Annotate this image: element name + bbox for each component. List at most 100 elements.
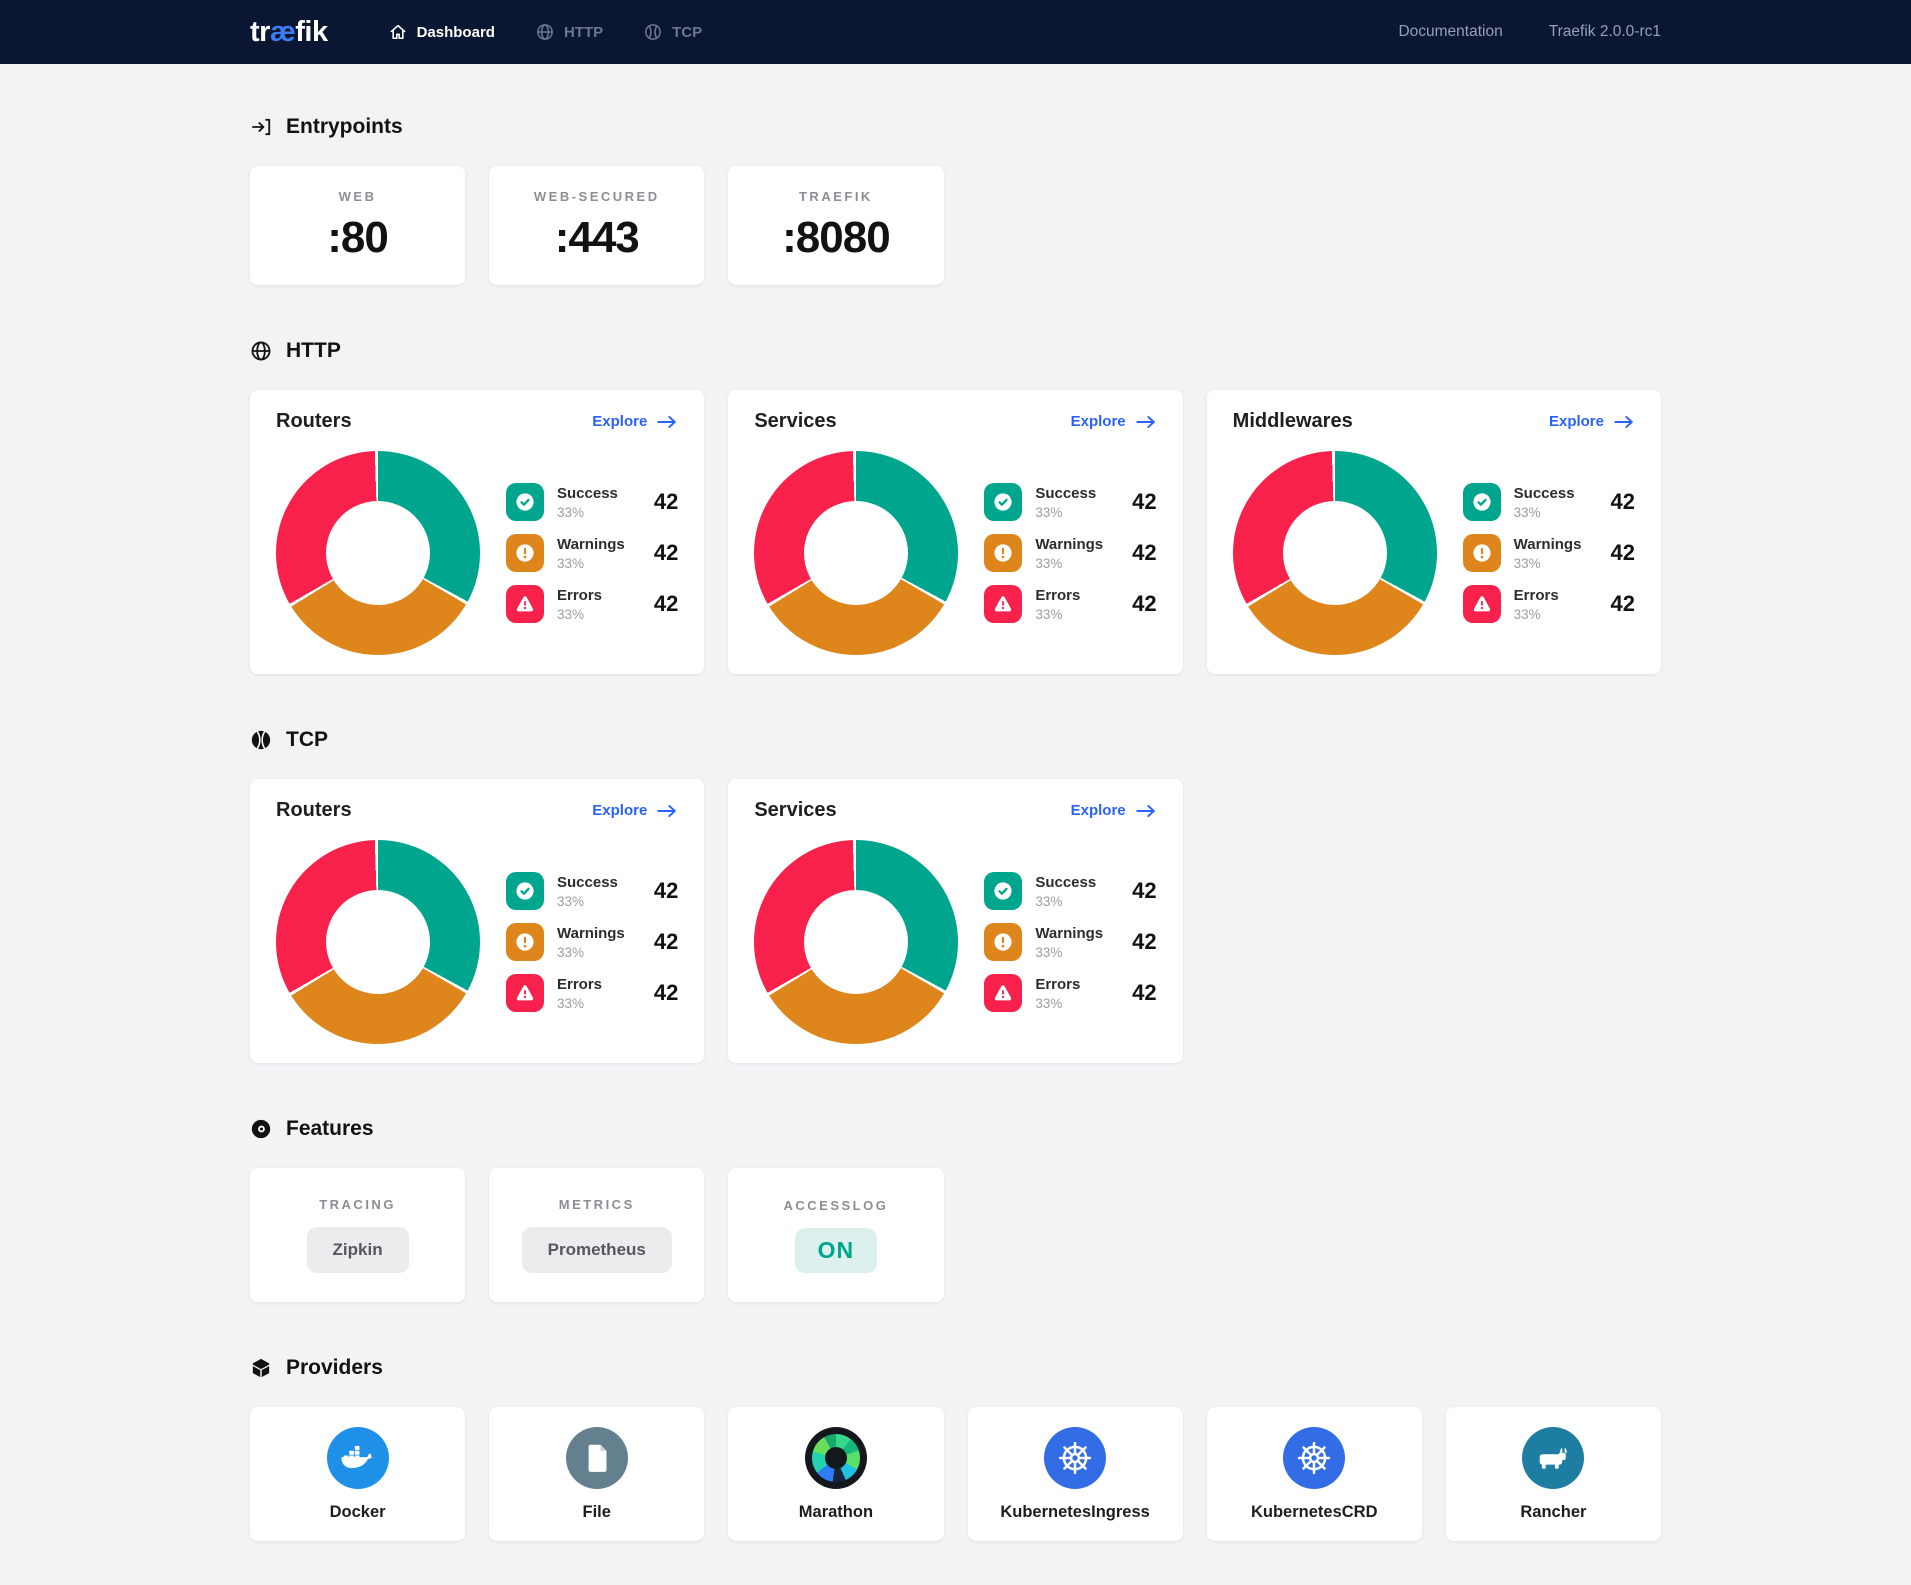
chart-card: Services Explore Success 33% 42 Warnings… [728,779,1182,1063]
alert-triangle-icon [1463,585,1501,623]
tcp-cards-grid: Routers Explore Success 33% 42 Warnings … [250,779,1661,1063]
legend-label: Success [1035,485,1096,502]
legend-percent: 33% [1514,505,1575,520]
traefik-logo[interactable]: træfik [250,16,328,49]
card-title: Routers [276,799,352,822]
dashboard-content: Entrypoints WEB :80 WEB-SECURED :443 TRA… [250,64,1661,1585]
explore-label: Explore [1071,413,1126,430]
docker-icon [327,1427,389,1489]
legend-percent: 33% [557,556,625,571]
chart-legend: Success 33% 42 Warnings 33% 42 Errors 33… [1463,483,1635,623]
alert-triangle-icon [506,585,544,623]
explore-link[interactable]: Explore [1549,413,1635,430]
legend-percent: 33% [1035,996,1080,1011]
legend-percent: 33% [557,505,618,520]
documentation-link[interactable]: Documentation [1398,23,1502,41]
logo-text-accent: æ [270,16,295,49]
card-title: Services [754,410,836,433]
explore-link[interactable]: Explore [592,413,678,430]
legend-label: Warnings [557,536,625,553]
package-icon [250,1357,272,1379]
section-tcp: TCP Routers Explore Success 33% 42 Warni… [250,728,1661,1063]
explore-label: Explore [1549,413,1604,430]
top-navbar: træfik Dashboard HTTP TCP [0,0,1911,64]
legend-count: 42 [1132,540,1156,566]
nav-item-tcp[interactable]: TCP [643,22,702,42]
legend-count: 42 [654,540,678,566]
chart-legend: Success 33% 42 Warnings 33% 42 Errors 33… [506,872,678,1012]
kubernetes-icon [1044,1427,1106,1489]
donut-chart [754,451,958,655]
marathon-icon [805,1427,867,1489]
provider-card: KubernetesCRD [1207,1407,1422,1541]
logo-text-pre: tr [250,16,270,49]
feature-value-badge: Zipkin [307,1227,409,1273]
legend-label: Errors [557,587,602,604]
section-title: TCP [286,728,328,752]
legend-row: Success 33% 42 [1463,483,1635,521]
http-cards-grid: Routers Explore Success 33% 42 Warnings … [250,390,1661,674]
kubernetes-icon [1283,1427,1345,1489]
provider-name: File [583,1503,611,1522]
legend-count: 42 [1132,980,1156,1006]
explore-link[interactable]: Explore [1071,802,1157,819]
legend-percent: 33% [557,945,625,960]
chart-card: Middlewares Explore Success 33% 42 Warni… [1207,390,1661,674]
exclamation-icon [984,534,1022,572]
legend-label: Warnings [1035,925,1103,942]
legend-label: Errors [1035,587,1080,604]
legend-label: Success [1514,485,1575,502]
legend-count: 42 [1132,878,1156,904]
check-icon [506,483,544,521]
chart-legend: Success 33% 42 Warnings 33% 42 Errors 33… [506,483,678,623]
entrypoint-card: WEB :80 [250,166,465,285]
check-icon [506,872,544,910]
donut-chart [1233,451,1437,655]
legend-count: 42 [654,591,678,617]
donut-chart [754,840,958,1044]
legend-label: Warnings [1514,536,1582,553]
section-title: Features [286,1117,374,1141]
arrow-right-icon [656,803,678,819]
provider-name: KubernetesIngress [1000,1503,1149,1522]
feature-name: TRACING [319,1197,396,1212]
feature-value-badge: Prometheus [522,1227,672,1273]
nav-item-dashboard[interactable]: Dashboard [388,22,495,42]
alert-triangle-icon [984,585,1022,623]
entrypoint-port: :8080 [782,213,890,263]
card-title: Services [754,799,836,822]
legend-label: Errors [557,976,602,993]
exclamation-icon [984,923,1022,961]
feature-value-badge: ON [795,1228,878,1273]
logo-text-post: fik [295,16,327,49]
donut-chart [276,451,480,655]
legend-count: 42 [1132,929,1156,955]
section-providers: Providers Docker File Marathon Kubernete… [250,1356,1661,1541]
section-features: Features TRACING Zipkin METRICS Promethe… [250,1117,1661,1302]
feature-card: METRICS Prometheus [489,1168,704,1302]
rancher-icon [1522,1427,1584,1489]
explore-link[interactable]: Explore [1071,413,1157,430]
feature-name: METRICS [559,1197,635,1212]
legend-row: Warnings 33% 42 [1463,534,1635,572]
explore-link[interactable]: Explore [592,802,678,819]
legend-label: Success [557,874,618,891]
chart-card: Routers Explore Success 33% 42 Warnings … [250,390,704,674]
disc-icon [250,1118,272,1140]
section-title: HTTP [286,339,341,363]
section-http: HTTP Routers Explore Success 33% 42 Warn… [250,339,1661,674]
explore-label: Explore [592,413,647,430]
legend-count: 42 [1132,489,1156,515]
nav-item-http[interactable]: HTTP [535,22,603,42]
explore-label: Explore [592,802,647,819]
donut-chart [276,840,480,1044]
provider-card: File [489,1407,704,1541]
main-nav: Dashboard HTTP TCP [388,22,703,42]
login-icon [250,116,272,138]
legend-row: Success 33% 42 [984,483,1156,521]
arrow-right-icon [656,414,678,430]
provider-name: Docker [330,1503,386,1522]
legend-label: Errors [1514,587,1559,604]
chart-card: Services Explore Success 33% 42 Warnings… [728,390,1182,674]
check-icon [1463,483,1501,521]
